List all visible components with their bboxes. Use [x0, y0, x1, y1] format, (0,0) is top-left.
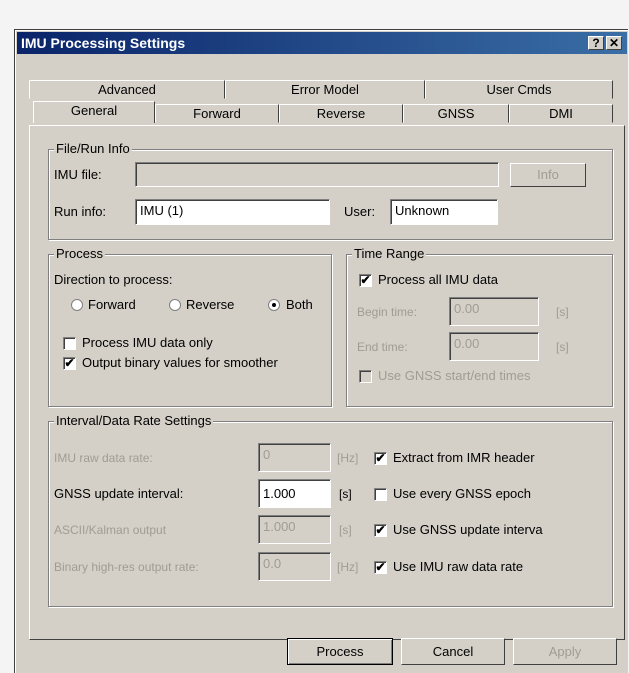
imu-file-label: IMU file:: [54, 167, 102, 182]
process-all-label[interactable]: Process all IMU data: [378, 272, 498, 288]
process-all-checkbox[interactable]: ✔: [359, 274, 372, 287]
ascii-output-unit: [s]: [339, 523, 352, 537]
use-gnss-interval-checkbox[interactable]: ✔: [374, 524, 387, 537]
ascii-output-label: ASCII/Kalman output: [54, 523, 167, 537]
raw-rate-unit: [Hz]: [337, 451, 359, 465]
info-button[interactable]: Info: [510, 163, 586, 187]
process-legend: Process: [54, 246, 105, 261]
end-time-unit: [s]: [556, 340, 569, 354]
tab-user-cmds[interactable]: User Cmds: [425, 80, 613, 99]
gnss-interval-input[interactable]: 1.000: [258, 479, 331, 508]
direction-label: Direction to process:: [54, 272, 173, 287]
user-label: User:: [344, 204, 376, 219]
time-range-legend: Time Range: [352, 246, 427, 261]
tab-dmi[interactable]: DMI: [509, 104, 613, 123]
general-tab-panel: File/Run Info IMU file: Info Run info: I…: [29, 125, 625, 640]
raw-rate-label: IMU raw data rate:: [54, 451, 153, 465]
use-raw-rate-label[interactable]: Use IMU raw data rate: [393, 559, 523, 575]
user-input[interactable]: Unknown: [390, 199, 498, 225]
begin-time-unit: [s]: [556, 305, 569, 319]
every-epoch-label[interactable]: Use every GNSS epoch: [393, 486, 531, 502]
ascii-output-field[interactable]: 1.000: [258, 515, 331, 544]
gnss-interval-label: GNSS update interval:: [54, 486, 184, 501]
process-button[interactable]: Process: [287, 638, 393, 665]
imu-file-field[interactable]: [135, 162, 499, 187]
binary-rate-label: Binary high-res output rate:: [54, 560, 199, 574]
help-icon[interactable]: ?: [588, 36, 604, 50]
interval-legend: Interval/Data Rate Settings: [54, 413, 214, 428]
extract-header-label[interactable]: Extract from IMR header: [393, 450, 535, 466]
imu-only-label[interactable]: Process IMU data only: [82, 335, 213, 351]
file-run-legend: File/Run Info: [54, 141, 132, 156]
binary-output-checkbox[interactable]: ✔: [63, 357, 76, 370]
gnss-times-checkbox[interactable]: [359, 370, 372, 383]
end-time-field[interactable]: 0.00: [449, 332, 539, 361]
use-gnss-interval-label[interactable]: Use GNSS update interva: [393, 522, 543, 538]
title-bar[interactable]: IMU Processing Settings ? ✕: [17, 32, 627, 54]
begin-time-label: Begin time:: [357, 305, 418, 319]
cancel-button[interactable]: Cancel: [401, 638, 505, 665]
apply-button[interactable]: Apply: [513, 638, 617, 665]
gnss-times-label[interactable]: Use GNSS start/end times: [378, 368, 530, 384]
radio-forward-label[interactable]: Forward: [88, 297, 136, 313]
raw-rate-field[interactable]: 0: [258, 443, 331, 472]
radio-reverse-label[interactable]: Reverse: [186, 297, 234, 313]
radio-reverse[interactable]: [169, 299, 181, 311]
run-info-input[interactable]: IMU (1): [135, 199, 330, 225]
end-time-label: End time:: [357, 340, 408, 354]
close-icon[interactable]: ✕: [606, 36, 622, 50]
imu-settings-dialog: IMU Processing Settings ? ✕ Advanced Err…: [14, 29, 628, 673]
radio-both-dot: [272, 303, 276, 307]
binary-rate-unit: [Hz]: [337, 560, 359, 574]
imu-only-checkbox[interactable]: [63, 337, 76, 350]
use-raw-rate-checkbox[interactable]: ✔: [374, 561, 387, 574]
gnss-interval-unit: [s]: [339, 487, 352, 501]
tab-error-model[interactable]: Error Model: [225, 80, 425, 99]
begin-time-field[interactable]: 0.00: [449, 297, 539, 326]
every-epoch-checkbox[interactable]: [374, 488, 387, 501]
window-title: IMU Processing Settings: [21, 35, 186, 51]
radio-both[interactable]: [268, 299, 280, 311]
run-info-label: Run info:: [54, 204, 107, 219]
extract-header-checkbox[interactable]: ✔: [374, 452, 387, 465]
tab-gnss[interactable]: GNSS: [403, 104, 509, 123]
radio-both-label[interactable]: Both: [286, 297, 313, 313]
tab-general[interactable]: General: [33, 101, 155, 123]
tab-advanced[interactable]: Advanced: [29, 80, 225, 99]
tab-reverse[interactable]: Reverse: [279, 104, 403, 123]
binary-rate-field[interactable]: 0.0: [258, 552, 331, 581]
binary-output-label[interactable]: Output binary values for smoother: [82, 355, 278, 371]
tab-forward[interactable]: Forward: [155, 104, 279, 123]
radio-forward[interactable]: [71, 299, 83, 311]
